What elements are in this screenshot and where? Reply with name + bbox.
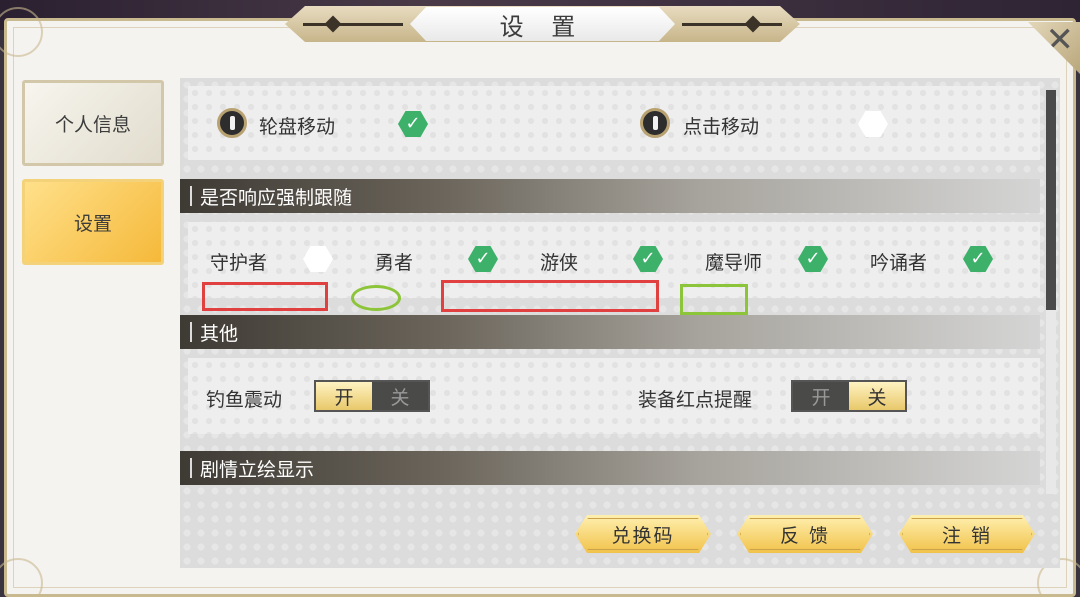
content-scrollbar[interactable] <box>1046 90 1056 494</box>
role-label-guardian: 守护者 <box>210 252 268 274</box>
feedback-button[interactable]: 反 馈 <box>737 515 873 553</box>
click-move-label: 点击移动 <box>683 116 760 138</box>
section-title: 剧情立绘显示 <box>200 458 315 481</box>
role-label-mage: 魔导师 <box>705 252 763 274</box>
role-label-ranger: 游侠 <box>540 252 579 274</box>
annotation-box-green <box>680 284 748 315</box>
toggle-on-option[interactable]: 开 <box>793 382 849 410</box>
role-label-brave: 勇者 <box>375 252 414 274</box>
annotation-ellipse-green <box>351 285 401 311</box>
annotation-box-red <box>441 280 659 312</box>
tab-personal-info[interactable]: 个人信息 <box>22 80 164 166</box>
role-label-chanter: 吟诵者 <box>870 252 928 274</box>
equip-reddot-label: 装备红点提醒 <box>638 389 753 411</box>
toggle-off-option[interactable]: 关 <box>849 382 905 410</box>
fishing-vibration-toggle[interactable]: 开 关 <box>314 380 430 412</box>
toggle-off-option[interactable]: 关 <box>372 382 428 410</box>
story-section-header: 剧情立绘显示 <box>180 451 1040 485</box>
scrollbar-thumb[interactable] <box>1046 90 1056 310</box>
section-title: 其他 <box>200 322 239 345</box>
warning-icon <box>640 108 670 138</box>
warning-icon <box>217 108 247 138</box>
button-label: 反 馈 <box>779 524 831 547</box>
tab-settings[interactable]: 设置 <box>22 179 164 265</box>
wheel-move-label: 轮盘移动 <box>259 116 336 138</box>
title-ornament-line <box>303 23 403 26</box>
tab-label: 个人信息 <box>54 113 131 136</box>
tab-label: 设置 <box>73 212 112 235</box>
button-label: 兑换码 <box>611 524 675 547</box>
annotation-box-red <box>202 282 328 311</box>
title-ornament-line <box>682 23 782 26</box>
section-title: 是否响应强制跟随 <box>200 186 353 209</box>
page-title: 设 置 <box>410 7 675 41</box>
corner-ornament <box>0 558 43 597</box>
button-label: 注 销 <box>941 524 993 547</box>
toggle-on-option[interactable]: 开 <box>316 382 372 410</box>
other-section-header: 其他 <box>180 315 1040 349</box>
equip-reddot-toggle[interactable]: 开 关 <box>791 380 907 412</box>
logout-button[interactable]: 注 销 <box>899 515 1035 553</box>
corner-ornament <box>0 7 43 57</box>
follow-section-header: 是否响应强制跟随 <box>180 179 1040 213</box>
fishing-vibration-label: 钓鱼震动 <box>206 389 283 411</box>
title-banner: 设 置 <box>285 0 800 50</box>
redeem-code-button[interactable]: 兑换码 <box>575 515 711 553</box>
settings-content: 轮盘移动 ✓ 点击移动 是否响应强制跟随 守护者 勇者 ✓ 游侠 ✓ 魔导师 ✓… <box>180 78 1060 568</box>
